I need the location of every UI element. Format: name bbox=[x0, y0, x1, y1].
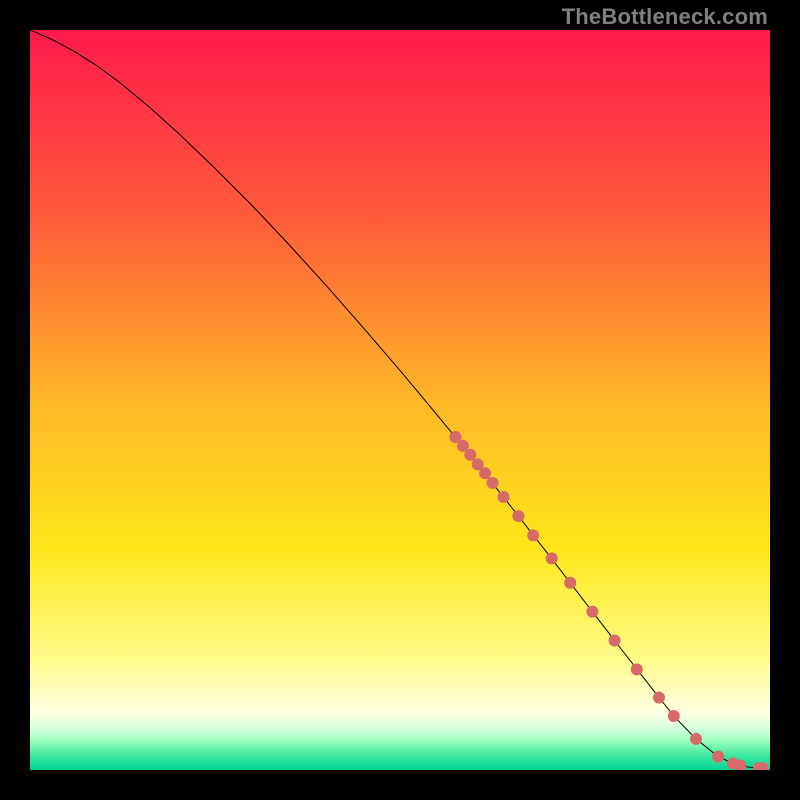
data-point bbox=[586, 606, 598, 618]
dots-group bbox=[450, 431, 769, 770]
curve-line bbox=[30, 30, 763, 768]
data-layer bbox=[30, 30, 770, 770]
data-point bbox=[479, 467, 491, 479]
plot-area bbox=[30, 30, 770, 770]
data-point bbox=[487, 477, 499, 489]
watermark-text: TheBottleneck.com bbox=[562, 4, 768, 30]
data-point bbox=[653, 691, 665, 703]
data-point bbox=[546, 552, 558, 564]
data-point bbox=[464, 449, 476, 461]
data-point bbox=[498, 491, 510, 503]
data-point bbox=[527, 529, 539, 541]
data-point bbox=[512, 510, 524, 522]
data-point bbox=[668, 710, 680, 722]
chart-container: { "watermark": "TheBottleneck.com", "cha… bbox=[0, 0, 800, 800]
data-point bbox=[712, 751, 724, 763]
data-point bbox=[564, 577, 576, 589]
data-point bbox=[690, 733, 702, 745]
data-point bbox=[631, 663, 643, 675]
data-point bbox=[609, 635, 621, 647]
